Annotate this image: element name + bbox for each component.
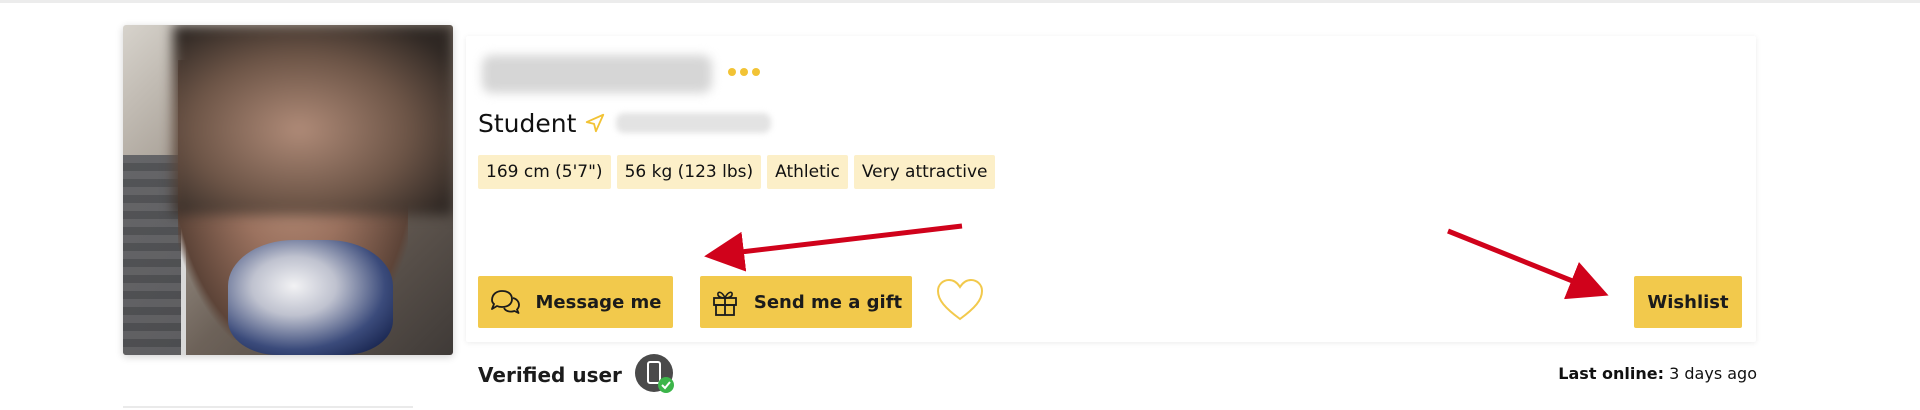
message-me-button[interactable]: Message me [478,276,673,328]
wishlist-button[interactable]: Wishlist [1634,276,1742,328]
profile-tags: 169 cm (5'7") 56 kg (123 lbs) Athletic V… [478,155,996,189]
location-blurred [616,113,772,133]
send-gift-button[interactable]: Send me a gift [700,276,912,328]
chat-bubbles-icon [491,290,521,314]
more-dots-icon[interactable] [728,64,760,80]
wishlist-label: Wishlist [1647,291,1729,313]
tag-weight: 56 kg (123 lbs) [616,155,762,189]
message-me-label: Message me [535,291,662,313]
tag-body-type: Athletic [767,155,848,189]
photo-swimsuit [228,240,393,355]
gift-icon [712,291,737,316]
verified-phone-icon [634,354,674,393]
tag-height: 169 cm (5'7") [478,155,611,189]
photo-face-blur [173,25,453,215]
top-divider [0,0,1920,3]
heart-outline-icon[interactable] [935,277,985,323]
verified-user-label: Verified user [478,363,622,387]
verified-user-row: Verified user [478,354,678,395]
send-gift-label: Send me a gift [753,291,903,313]
occupation-text: Student [478,108,577,138]
bottom-divider [123,406,413,408]
last-online-label: Last online: [1558,364,1665,383]
location-arrow-icon [586,113,605,133]
profile-occupation-row: Student [478,106,772,140]
last-online: Last online: 3 days ago [1558,364,1757,383]
profile-name-blurred [482,55,712,93]
last-online-value: 3 days ago [1669,364,1757,383]
profile-photo[interactable] [123,25,453,355]
tag-appearance: Very attractive [853,155,996,189]
